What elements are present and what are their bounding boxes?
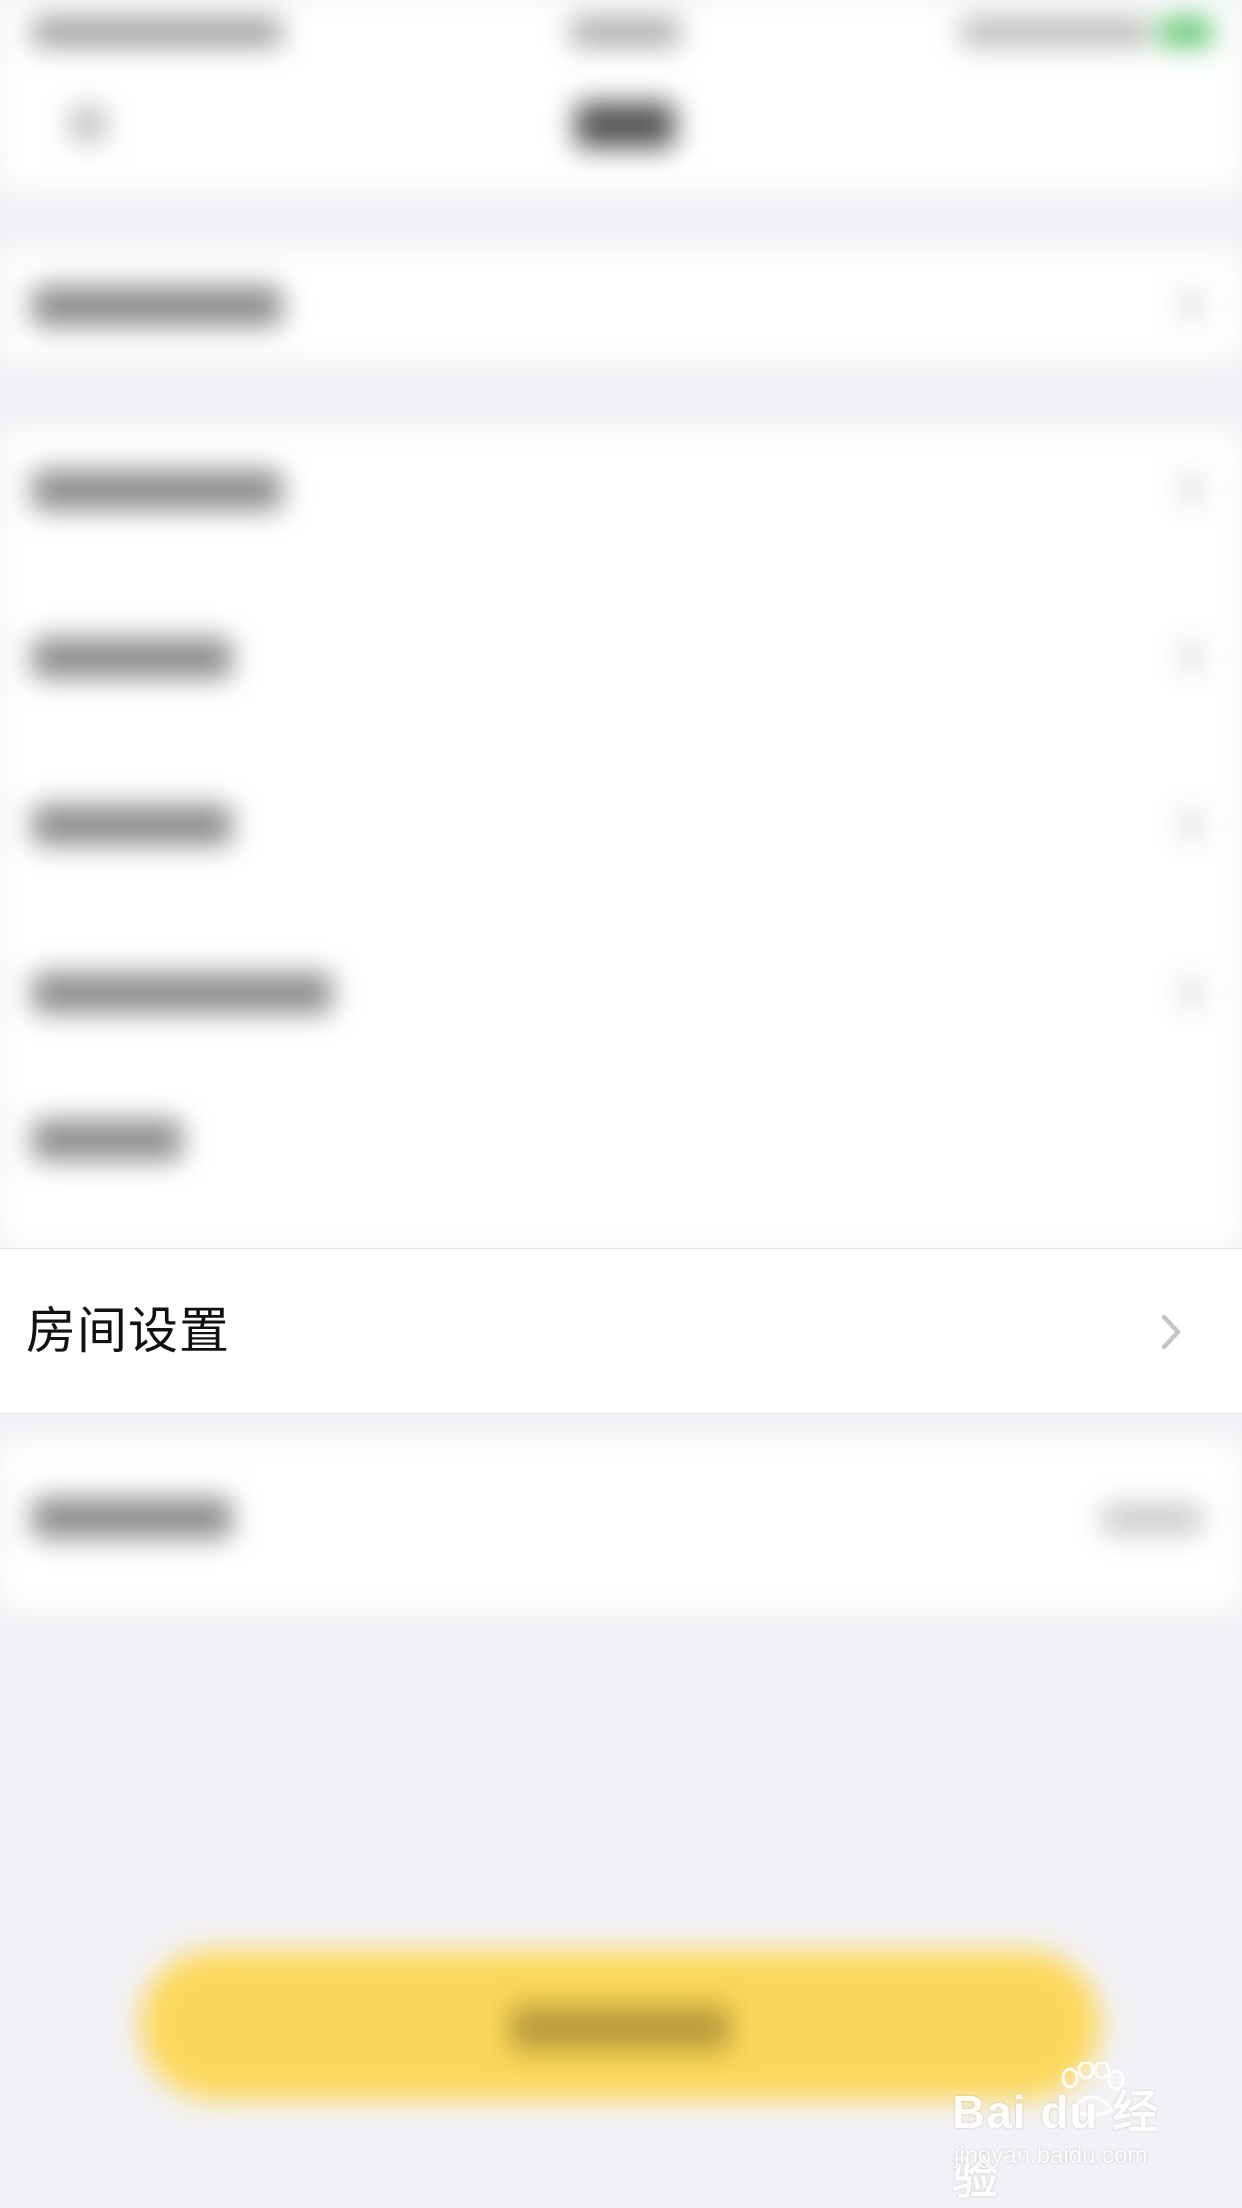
baidu-jingyan-watermark: Bai du 经验 jingyan.baidu.com	[952, 2062, 1192, 2204]
settings-row-label	[32, 638, 232, 678]
settings-row-label	[32, 1120, 182, 1160]
chevron-right-icon	[1180, 642, 1202, 672]
settings-row-value	[1102, 1504, 1202, 1534]
settings-row-label	[32, 1498, 232, 1538]
navigation-bar	[0, 60, 1242, 190]
settings-row-label	[32, 805, 232, 845]
chevron-right-icon	[1180, 810, 1202, 840]
status-bar-left	[32, 18, 282, 46]
nav-title	[575, 102, 675, 148]
status-bar-time	[570, 18, 680, 46]
chevron-right-icon	[1161, 1314, 1181, 1350]
room-settings-label: 房间设置	[26, 1302, 230, 1360]
chevron-right-icon	[1180, 474, 1202, 504]
settings-row-label	[32, 470, 282, 510]
settings-row[interactable]	[0, 1440, 1242, 1610]
battery-icon	[1160, 18, 1212, 46]
primary-action-label	[510, 2005, 730, 2051]
settings-row-label	[32, 973, 332, 1013]
room-settings-row[interactable]: 房间设置	[0, 1248, 1242, 1414]
watermark-url: jingyan.baidu.com	[954, 2142, 1148, 2169]
chevron-right-icon	[1180, 290, 1202, 320]
settings-row-label	[32, 286, 282, 326]
blurred-background	[0, 0, 1242, 2208]
settings-row	[0, 1120, 1242, 1250]
chevron-right-icon	[1180, 978, 1202, 1008]
settings-row[interactable]	[0, 250, 1242, 360]
back-icon[interactable]	[70, 106, 106, 142]
status-bar-right	[960, 18, 1150, 46]
status-bar	[0, 0, 1242, 60]
settings-group	[0, 430, 1242, 1180]
